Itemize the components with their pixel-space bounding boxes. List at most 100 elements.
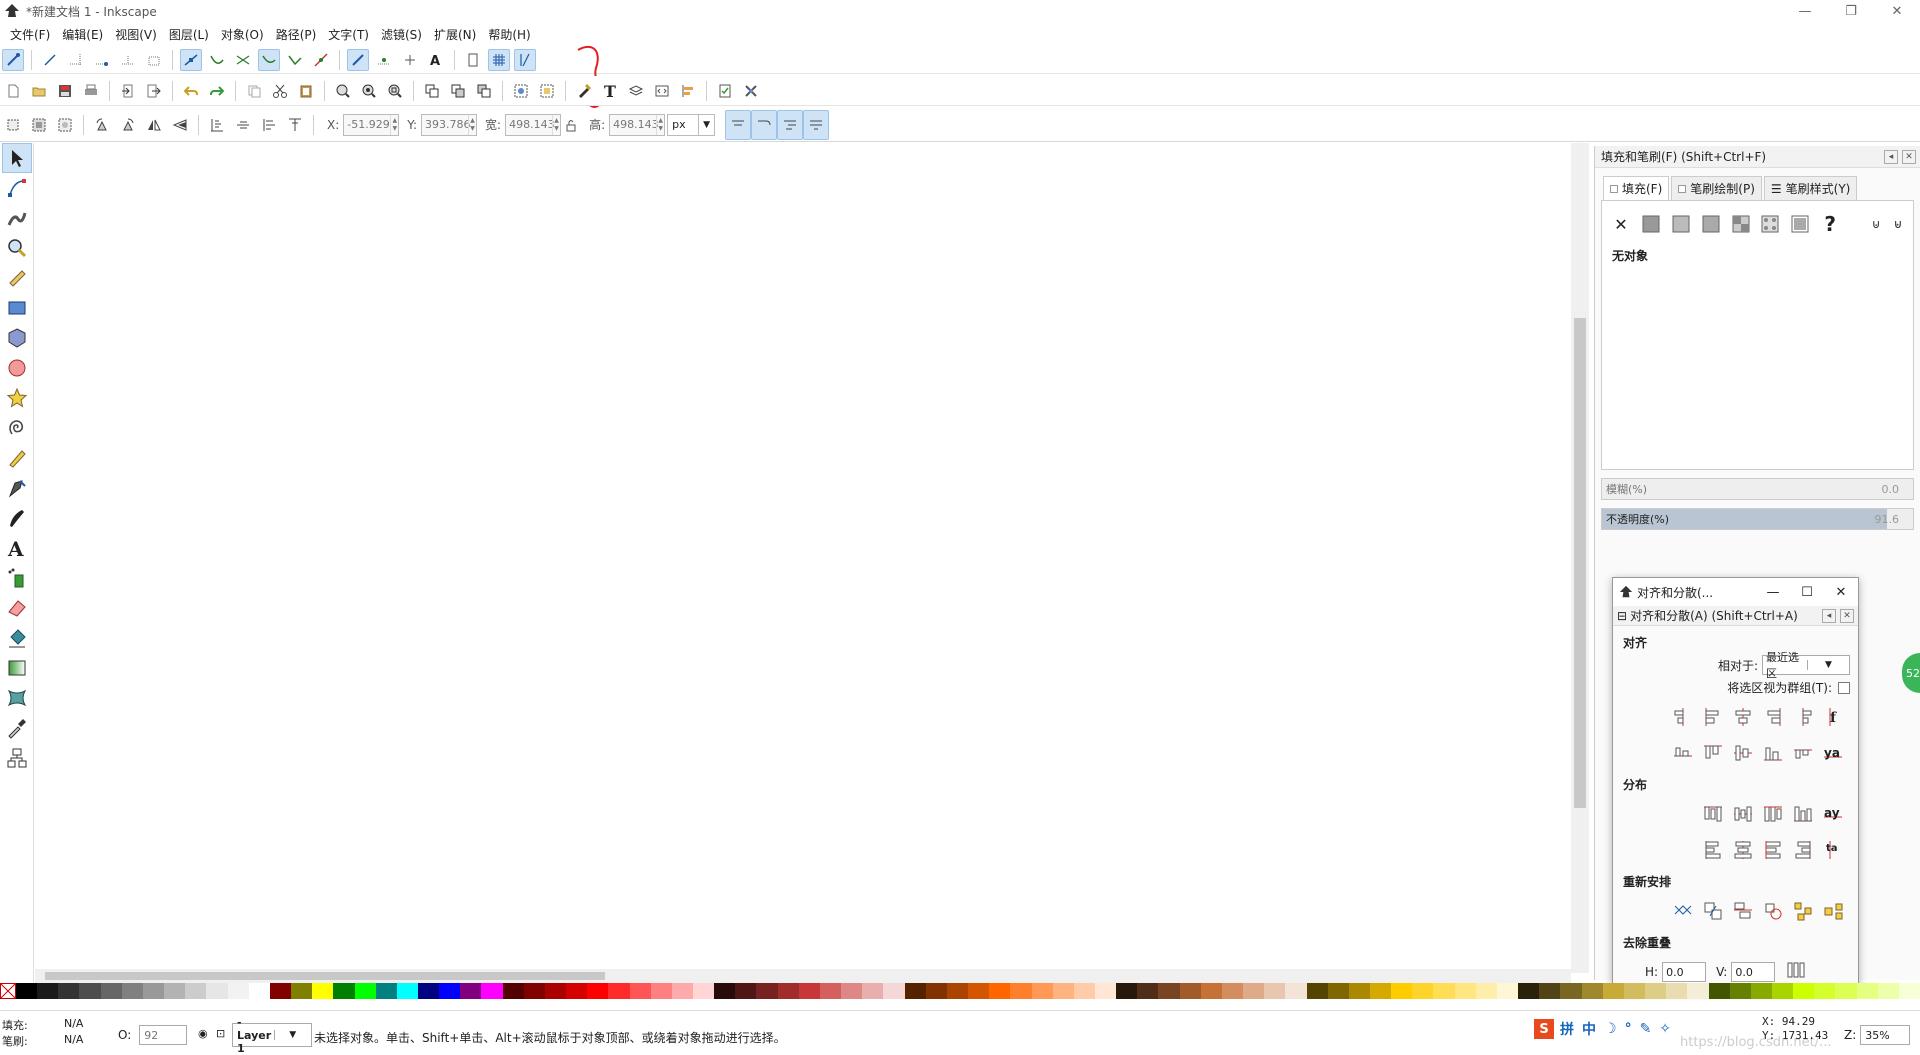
rotate-cw-icon[interactable] <box>117 114 139 136</box>
align-right-edges-icon[interactable] <box>1758 702 1788 732</box>
palette-swatch[interactable] <box>291 983 313 999</box>
snap-object-center-icon[interactable] <box>373 49 395 71</box>
opacity-status-input[interactable]: 92 <box>139 1025 188 1045</box>
palette-swatch[interactable] <box>925 983 947 999</box>
fill-stroke-dialog-icon[interactable] <box>573 80 595 102</box>
zoom-selection-icon[interactable] <box>332 80 354 102</box>
snap-bbox-corner-icon[interactable] <box>91 49 113 71</box>
ime-tools-icon[interactable]: ✧ <box>1659 1021 1671 1037</box>
distribute-horizontal-gaps-icon[interactable] <box>1758 799 1788 829</box>
copy-icon[interactable] <box>243 80 265 102</box>
menu-file[interactable]: 文件(F) <box>4 26 56 43</box>
text-tool-icon[interactable]: A <box>2 533 32 563</box>
palette-swatch[interactable] <box>439 983 461 999</box>
palette-swatch[interactable] <box>1750 983 1772 999</box>
snap-bbox-midpoint-icon[interactable] <box>117 49 139 71</box>
snap-nodes-icon[interactable] <box>180 48 202 71</box>
no-paint-icon[interactable]: ✕ <box>1610 213 1632 235</box>
unset-paint-icon[interactable]: ? <box>1819 212 1841 236</box>
cut-icon[interactable] <box>269 80 291 102</box>
align-left-edges-icon[interactable] <box>1698 702 1728 732</box>
group-icon[interactable] <box>510 80 532 102</box>
align-text-anchors-horizontal-icon[interactable]: f <box>1818 702 1848 732</box>
menu-help[interactable]: 帮助(H) <box>482 26 536 43</box>
snap-line-midpoints-icon[interactable] <box>310 49 332 71</box>
palette-swatch[interactable] <box>1116 983 1138 999</box>
palette-swatch[interactable] <box>1793 983 1815 999</box>
palette-swatch[interactable] <box>1729 983 1751 999</box>
snap-bbox-edge-icon[interactable] <box>65 49 87 71</box>
center-horizontal-axis-icon[interactable] <box>1728 738 1758 768</box>
tab-stroke-paint[interactable]: 笔刷绘制(P) <box>1671 176 1762 200</box>
zoom-input[interactable]: 35% <box>1860 1025 1911 1045</box>
palette-swatch[interactable] <box>1518 983 1540 999</box>
palette-swatch[interactable] <box>248 983 270 999</box>
palette-swatch[interactable] <box>1666 983 1688 999</box>
menu-text[interactable]: 文字(T) <box>322 26 375 43</box>
palette-swatch[interactable] <box>1031 983 1053 999</box>
ime-punctuation-icon[interactable]: ° <box>1625 1021 1632 1037</box>
selector-tool-icon[interactable] <box>2 143 32 173</box>
palette-swatch[interactable] <box>671 983 693 999</box>
arrange-connector-network-icon[interactable] <box>1668 896 1698 926</box>
palette-swatch[interactable] <box>566 983 588 999</box>
lower-to-bottom-icon[interactable] <box>206 114 228 136</box>
drawing-canvas[interactable] <box>35 143 1571 969</box>
palette-swatch[interactable] <box>629 983 651 999</box>
palette-swatch[interactable] <box>1539 983 1561 999</box>
v-gap-input[interactable]: 0.0 <box>1731 962 1776 982</box>
distribute-baselines-vertically-icon[interactable]: ay <box>1818 799 1848 829</box>
palette-swatch[interactable] <box>1454 983 1476 999</box>
tab-stroke-style[interactable]: ☰ 笔刷样式(Y) <box>1763 176 1858 200</box>
palette-swatch[interactable] <box>37 983 59 999</box>
restore-button[interactable]: ❐ <box>1828 0 1874 22</box>
menu-object[interactable]: 对象(O) <box>215 26 270 43</box>
palette-swatch[interactable] <box>100 983 122 999</box>
unclump-objects-icon[interactable] <box>1818 896 1848 926</box>
horizontal-scrollbar-thumb[interactable] <box>45 972 605 980</box>
swatch-icon[interactable] <box>1789 213 1811 235</box>
palette-swatch[interactable] <box>269 983 292 999</box>
unlink-clone-icon[interactable] <box>473 80 495 102</box>
palette-swatch[interactable] <box>777 983 799 999</box>
pencil-tool-icon[interactable] <box>2 443 32 473</box>
palette-swatch[interactable] <box>1137 983 1159 999</box>
lock-ratio-icon[interactable] <box>563 114 579 136</box>
align-right-to-left-edge-icon[interactable] <box>1668 702 1698 732</box>
palette-swatch[interactable] <box>142 983 165 999</box>
export-icon[interactable] <box>143 80 165 102</box>
print-icon[interactable] <box>80 80 102 102</box>
randomize-positions-icon[interactable] <box>1788 896 1818 926</box>
measure-tool-icon[interactable] <box>2 263 32 293</box>
palette-swatch[interactable] <box>1052 983 1074 999</box>
zoom-page-icon[interactable] <box>384 80 406 102</box>
palette-swatch[interactable] <box>1158 983 1180 999</box>
remove-overlaps-icon[interactable] <box>1785 959 1811 985</box>
import-icon[interactable] <box>117 80 139 102</box>
x-spinbox[interactable]: -51.929 ▲ ▼ <box>343 113 400 136</box>
palette-swatch[interactable] <box>650 983 672 999</box>
align-left-to-right-edge-icon[interactable] <box>1788 702 1818 732</box>
palette-swatch[interactable] <box>1602 983 1624 999</box>
linear-gradient-icon[interactable] <box>1670 213 1692 235</box>
palette-swatch[interactable] <box>1391 983 1413 999</box>
palette-swatch[interactable] <box>185 983 207 999</box>
eraser-tool-icon[interactable] <box>2 593 32 623</box>
panel-iconify-icon[interactable]: ◂ <box>1884 149 1898 164</box>
mesh-tool-icon[interactable] <box>2 683 32 713</box>
menu-layer[interactable]: 图层(L) <box>163 26 215 43</box>
y-spin-arrows[interactable]: ▲ ▼ <box>468 114 476 135</box>
ellipse-tool-icon[interactable] <box>2 353 32 383</box>
snap-text-baseline-icon[interactable]: A <box>425 49 447 71</box>
palette-swatch[interactable] <box>1687 983 1709 999</box>
ime-handwrite-icon[interactable]: ✎ <box>1640 1021 1652 1037</box>
palette-swatch[interactable] <box>523 983 545 999</box>
distribute-baselines-horizontally-icon[interactable]: ta <box>1818 835 1848 865</box>
palette-swatch[interactable] <box>206 983 228 999</box>
xml-editor-icon[interactable] <box>651 80 673 102</box>
node-tool-icon[interactable] <box>2 173 32 203</box>
minimize-button[interactable]: — <box>1782 0 1828 22</box>
palette-swatch[interactable] <box>1708 983 1730 999</box>
pen-tool-icon[interactable] <box>2 473 32 503</box>
width-spin-arrows[interactable]: ▲ ▼ <box>552 114 560 135</box>
